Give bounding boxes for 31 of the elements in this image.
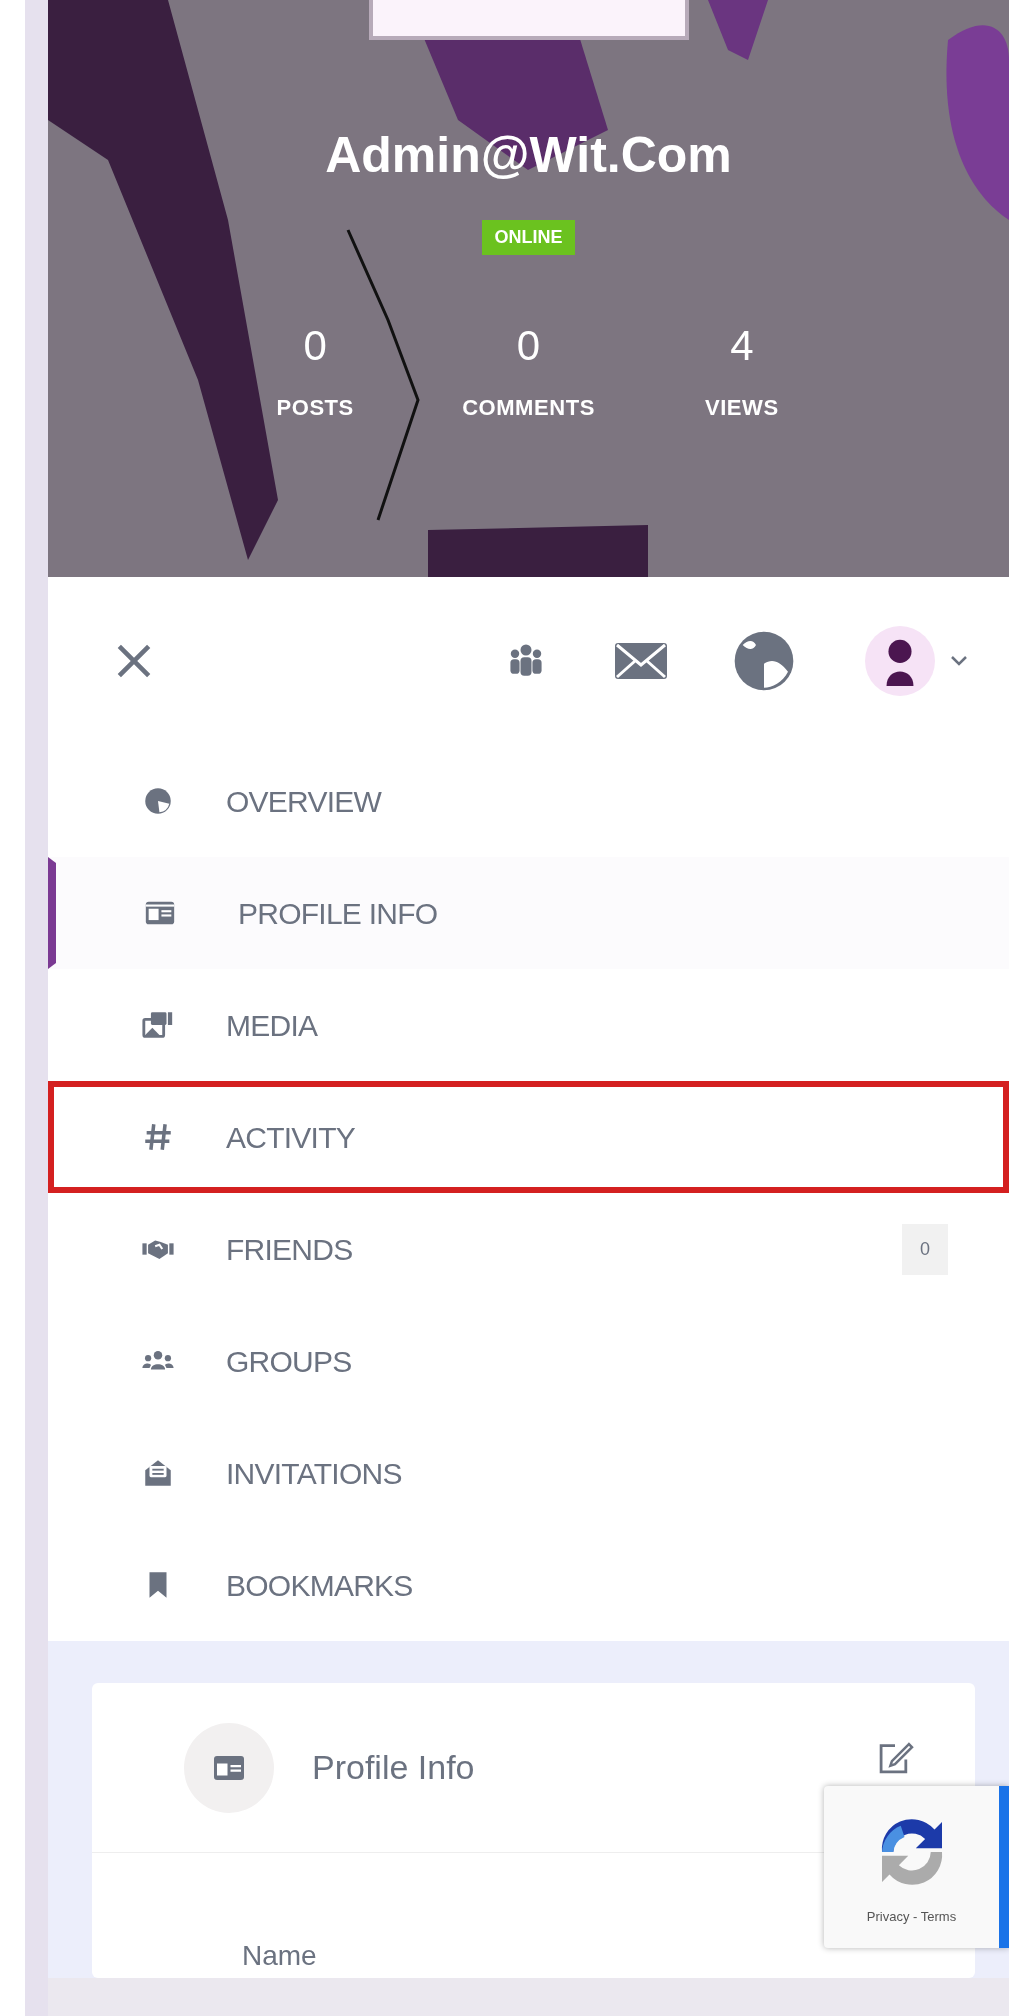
menu-item[interactable]: OVERVIEW xyxy=(48,745,1009,857)
menu-item[interactable]: ACTIVITY xyxy=(48,1081,1009,1193)
card-title: Profile Info xyxy=(312,1747,475,1788)
menu-item[interactable]: GROUPS xyxy=(48,1305,1009,1417)
field-label: Name xyxy=(242,1942,317,1970)
stat-value: 0 xyxy=(516,325,541,367)
stat-value: 4 xyxy=(730,325,754,367)
menu-label: ACTIVITY xyxy=(226,1119,355,1156)
menu-label: PROFILE INFO xyxy=(238,895,438,932)
chevron-down-icon[interactable] xyxy=(949,654,969,668)
menu-label: GROUPS xyxy=(226,1343,352,1380)
menu-item[interactable]: BOOKMARKS xyxy=(48,1529,1009,1641)
recaptcha-badge[interactable]: Privacy - Terms xyxy=(824,1786,1009,1948)
count-badge: 0 xyxy=(902,1223,948,1275)
stat-label: COMMENTS xyxy=(462,397,595,419)
stat-label: VIEWS xyxy=(705,397,779,419)
stat-value: 0 xyxy=(303,325,327,367)
globe-icon xyxy=(732,629,796,693)
menu-item[interactable]: FRIENDS 0 xyxy=(48,1193,1009,1305)
menu-label: FRIENDS xyxy=(226,1231,353,1268)
menu-label: BOOKMARKS xyxy=(226,1567,413,1604)
menu-item[interactable]: PROFILE INFO xyxy=(48,857,1009,969)
menu-item[interactable]: MEDIA xyxy=(48,969,1009,1081)
recaptcha-links[interactable]: Privacy - Terms xyxy=(866,1907,957,1927)
menu-label: INVITATIONS xyxy=(226,1455,402,1492)
stat-label: POSTS xyxy=(276,397,354,419)
menu-item[interactable]: INVITATIONS xyxy=(48,1417,1009,1529)
status-badge: ONLINE xyxy=(482,220,575,255)
menu-label: OVERVIEW xyxy=(226,783,382,820)
menu-label: MEDIA xyxy=(226,1007,318,1044)
profile-name: Admin@Wit.Com xyxy=(325,130,732,180)
